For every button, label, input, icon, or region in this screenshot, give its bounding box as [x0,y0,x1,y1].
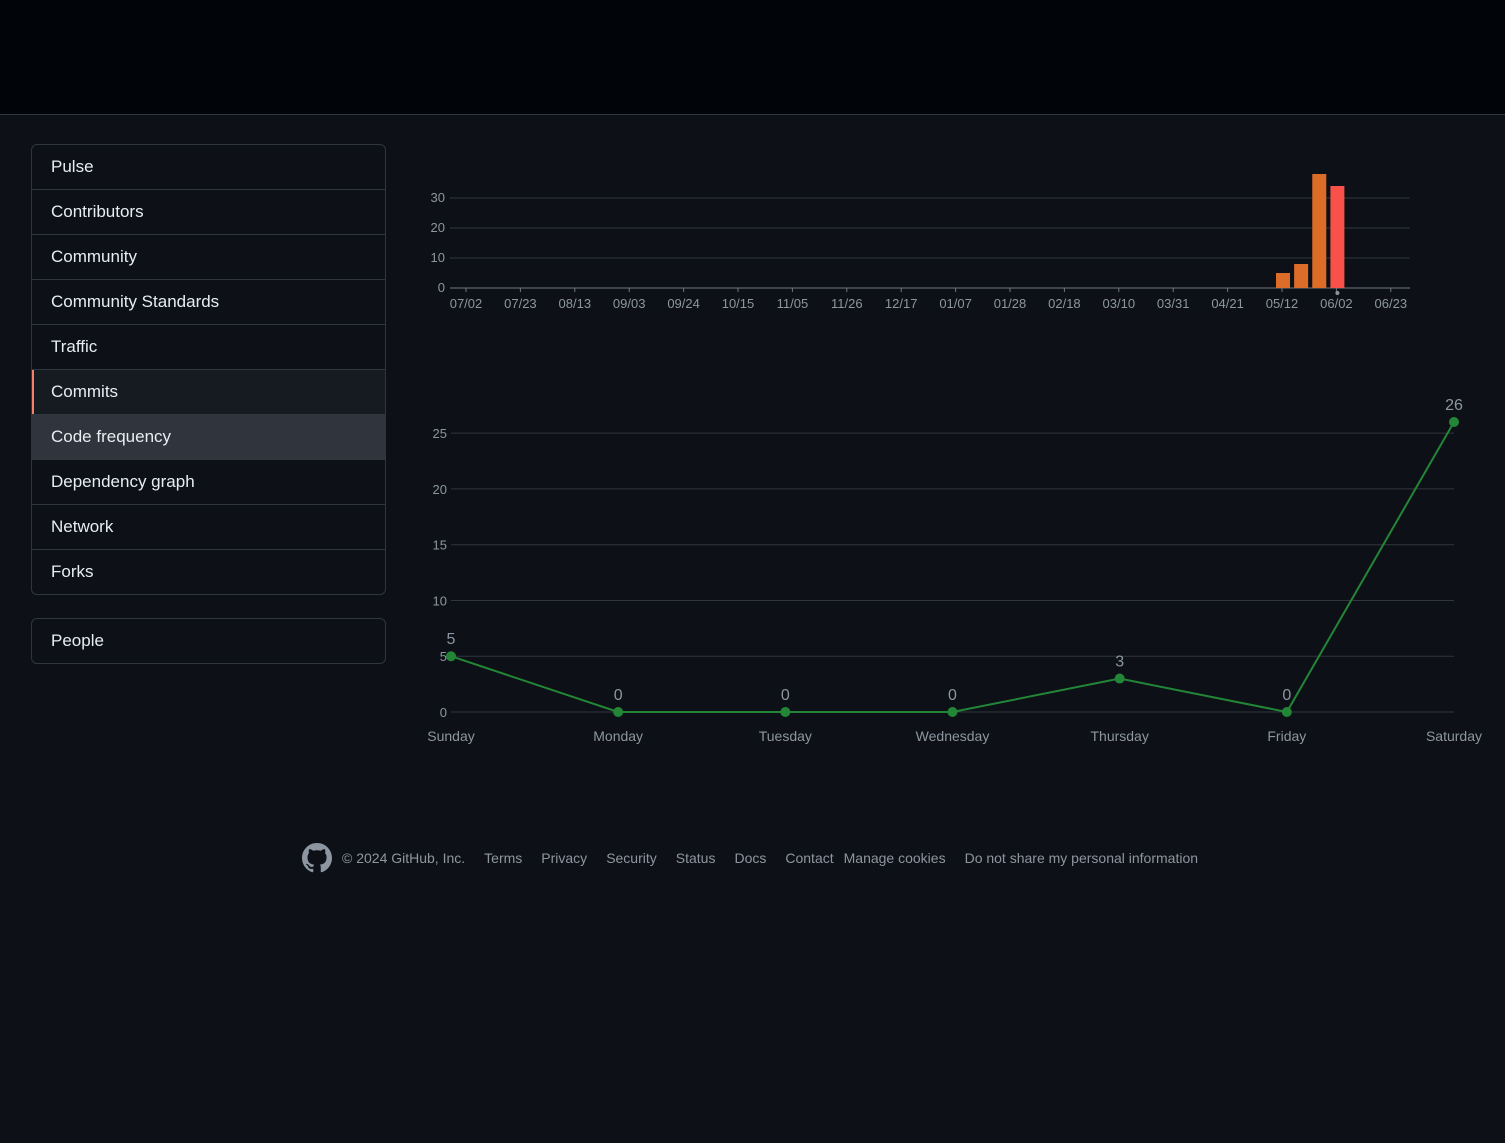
x-tick-label: Wednesday [916,728,990,744]
menu-item-commits[interactable]: Commits [32,369,385,414]
data-point [947,707,958,717]
y-tick-label: 10 [433,593,447,608]
data-point [446,651,456,662]
y-tick-label: 20 [433,482,447,497]
x-tick-label: Thursday [1090,728,1148,744]
footer-link-do-not-share[interactable]: Do not share my personal information [965,850,1198,866]
y-tick-label: 5 [440,649,447,664]
data-label: 0 [781,687,790,704]
y-tick-label: 0 [440,705,447,720]
daily-commits-line-chart: 0 5 10 15 20 25 5 0 0 0 3 0 26 Sunday Monday Tuesday Wed… [427,397,1482,744]
y-tick-label: 20 [431,220,445,235]
x-tick-label: 11/05 [777,296,809,311]
site-footer: © 2024 GitHub, Inc. Terms Privacy Securi… [302,842,1217,874]
bar [1330,186,1345,288]
y-tick-label: 10 [431,250,445,265]
github-mark-icon[interactable] [302,843,332,873]
menu-item-contributors[interactable]: Contributors [32,189,385,234]
bar [1312,174,1327,288]
y-tick-label: 0 [438,280,445,295]
footer-link-security[interactable]: Security [606,850,657,866]
x-tick-label: 01/07 [939,296,972,311]
x-tick-label: 03/10 [1103,296,1136,311]
menu-item-traffic[interactable]: Traffic [32,324,385,369]
bar [1294,264,1309,288]
x-tick-label: 07/02 [450,296,483,311]
data-label: 26 [1445,397,1463,414]
y-tick-label: 15 [433,538,447,553]
footer-link-manage-cookies[interactable]: Manage cookies [844,850,946,866]
footer-link-status[interactable]: Status [676,850,716,866]
x-tick-label: 12/17 [885,296,918,311]
y-tick-label: 30 [431,190,445,205]
menu-item-network[interactable]: Network [32,504,385,549]
y-tick-label: 25 [433,426,447,441]
data-point [780,707,791,717]
footer-link-terms[interactable]: Terms [484,850,522,866]
header-bar [0,0,1505,115]
x-tick-label: 05/12 [1266,296,1299,311]
data-point [613,707,624,717]
x-tick-label: Tuesday [759,728,812,744]
footer-link-contact[interactable]: Contact [785,850,833,866]
menu-item-pulse[interactable]: Pulse [32,145,385,189]
x-tick-label: 08/13 [559,296,592,311]
copyright-text: © 2024 GitHub, Inc. [342,850,466,866]
insights-menu: Pulse Contributors Community Community S… [31,144,386,595]
menu-item-code-frequency[interactable]: Code frequency [32,414,385,459]
menu-item-forks[interactable]: Forks [32,549,385,594]
x-tick-label: Friday [1267,728,1306,744]
menu-item-dependency-graph[interactable]: Dependency graph [32,459,385,504]
footer-link-docs[interactable]: Docs [734,850,766,866]
footer-link-privacy[interactable]: Privacy [541,850,587,866]
data-label: 0 [1282,687,1291,704]
x-tick-label: 07/23 [504,296,537,311]
x-tick-label: 04/21 [1211,296,1244,311]
data-label: 5 [447,631,456,648]
series-line [450,421,1455,714]
data-label: 0 [948,687,957,704]
data-point [1281,707,1292,717]
x-tick-label: 01/28 [994,296,1027,311]
x-tick-label: 09/24 [667,296,700,311]
data-point [1449,417,1459,427]
x-tick-label: 09/03 [613,296,646,311]
x-tick-label: 06/23 [1375,296,1408,311]
menu-item-people[interactable]: People [32,619,385,663]
data-label: 3 [1115,654,1124,671]
people-menu: People [31,618,386,664]
highlight-marker [1335,291,1340,295]
x-tick-label: Sunday [427,728,474,744]
data-label: 0 [614,687,623,704]
x-tick-label: 02/18 [1048,296,1081,311]
x-tick-label: 06/02 [1320,296,1353,311]
menu-item-community[interactable]: Community [32,234,385,279]
menu-item-community-standards[interactable]: Community Standards [32,279,385,324]
data-point [1114,673,1125,684]
x-tick-label: 11/26 [831,296,863,311]
x-tick-label: 03/31 [1157,296,1190,311]
weekly-commits-bar-chart: 0 10 20 30 07/02 07/23 08/13 09/03 09/24 10/15 11/… [431,174,1410,311]
bar [1276,273,1290,288]
x-tick-label: 10/15 [722,296,755,311]
x-tick-label: Monday [593,728,643,744]
x-tick-label: Saturday [1426,728,1482,744]
